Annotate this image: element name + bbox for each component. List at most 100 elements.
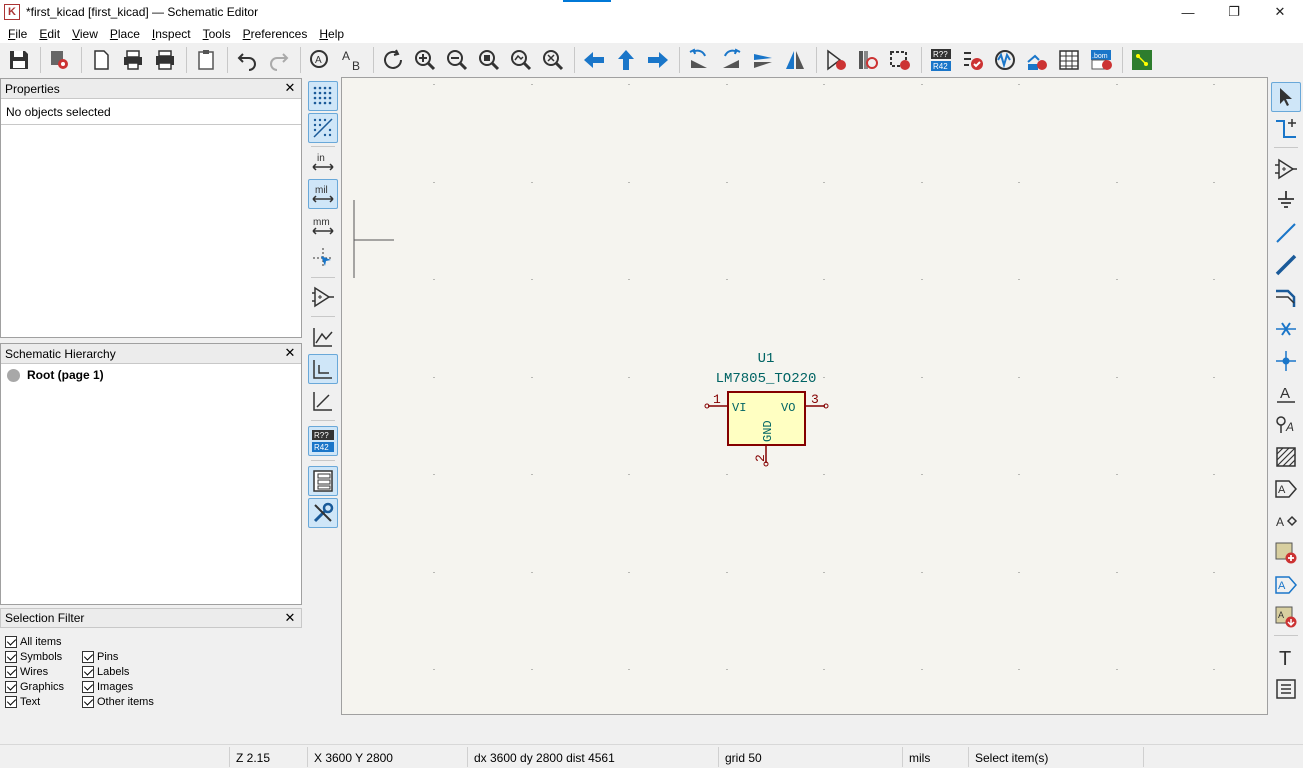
component-value[interactable]: LM7805_TO220	[716, 371, 817, 387]
open-pcb-editor-button[interactable]	[1127, 45, 1157, 75]
print-button[interactable]	[118, 45, 148, 75]
restore-button[interactable]: ❐	[1211, 0, 1257, 24]
redo-button[interactable]	[264, 45, 294, 75]
symbol-fields-table-button[interactable]	[1054, 45, 1084, 75]
toggle-hierarchy-panel-button[interactable]	[308, 466, 338, 496]
hierarchy-root-item[interactable]: Root (page 1)	[1, 364, 301, 386]
rotate-ccw-button[interactable]	[684, 45, 714, 75]
zoom-out-button[interactable]	[442, 45, 472, 75]
filter-graphics[interactable]: Graphics	[5, 681, 64, 693]
add-sheet-button[interactable]	[1271, 538, 1301, 568]
menu-view[interactable]: View	[66, 27, 104, 41]
add-hierarchical-label-button[interactable]: A	[1271, 506, 1301, 536]
toggle-grid-button[interactable]	[308, 81, 338, 111]
grid-overrides-button[interactable]	[308, 113, 338, 143]
erc-button[interactable]	[958, 45, 988, 75]
minimize-button[interactable]: —	[1165, 0, 1211, 24]
find-button[interactable]: A	[305, 45, 335, 75]
close-hierarchy-button[interactable]: ✕	[283, 346, 297, 360]
checkbox[interactable]	[82, 666, 94, 678]
simulator-button[interactable]	[990, 45, 1020, 75]
filter-symbols[interactable]: Symbols	[5, 651, 62, 663]
assign-footprints-button[interactable]	[1022, 45, 1052, 75]
line-mode-free-button[interactable]	[308, 322, 338, 352]
footprint-library-button[interactable]	[885, 45, 915, 75]
add-rule-area-button[interactable]	[1271, 442, 1301, 472]
menu-tools[interactable]: Tools	[197, 27, 237, 41]
plot-button[interactable]	[150, 45, 180, 75]
find-replace-button[interactable]: AB	[337, 45, 367, 75]
annotate-automatically-button[interactable]: R?? R42	[308, 426, 338, 456]
add-sheet-pin-button[interactable]: A	[1271, 570, 1301, 600]
filter-other-items[interactable]: Other items	[82, 696, 154, 708]
filter-pins[interactable]: Pins	[82, 651, 118, 663]
add-global-label-button[interactable]: A	[1271, 474, 1301, 504]
schematic-setup-button[interactable]	[45, 45, 75, 75]
add-bus-entry-button[interactable]	[1271, 282, 1301, 312]
menu-inspect[interactable]: Inspect	[146, 27, 197, 41]
mirror-vertical-button[interactable]	[748, 45, 778, 75]
highlight-net-button[interactable]	[1271, 114, 1301, 144]
menu-file[interactable]: File	[2, 27, 33, 41]
rotate-cw-button[interactable]	[716, 45, 746, 75]
add-net-class-directive-button[interactable]: A	[1271, 410, 1301, 440]
annotate-button[interactable]: R?? R42	[926, 45, 956, 75]
save-button[interactable]	[4, 45, 34, 75]
undo-button[interactable]	[232, 45, 262, 75]
zoom-objects-button[interactable]	[506, 45, 536, 75]
close-window-button[interactable]: ✕	[1257, 0, 1303, 24]
checkbox[interactable]	[5, 636, 17, 648]
add-bus-button[interactable]	[1271, 250, 1301, 280]
add-symbol-button[interactable]	[1271, 154, 1301, 184]
page-settings-button[interactable]	[86, 45, 116, 75]
zoom-fit-button[interactable]	[474, 45, 504, 75]
close-selection-filter-button[interactable]: ✕	[283, 611, 297, 625]
show-hidden-pins-button[interactable]	[308, 282, 338, 312]
component-lm7805[interactable]: U1 LM7805_TO220 1 3 2 VI VO GND	[704, 351, 829, 467]
add-label-button[interactable]: A	[1271, 378, 1301, 408]
checkbox[interactable]	[82, 651, 94, 663]
navigate-up-button[interactable]	[611, 45, 641, 75]
generate-bom-button[interactable]: .bom	[1086, 45, 1116, 75]
checkbox[interactable]	[82, 696, 94, 708]
zoom-selection-button[interactable]	[538, 45, 568, 75]
line-mode-45-button[interactable]	[308, 386, 338, 416]
schematic-canvas[interactable]: U1 LM7805_TO220 1 3 2 VI VO GND	[341, 77, 1268, 715]
units-mils-button[interactable]: mil	[308, 179, 338, 209]
add-power-button[interactable]	[1271, 186, 1301, 216]
menu-help[interactable]: Help	[313, 27, 350, 41]
line-mode-90-button[interactable]	[308, 354, 338, 384]
component-reference[interactable]: U1	[758, 351, 775, 367]
zoom-in-button[interactable]	[410, 45, 440, 75]
checkbox[interactable]	[5, 696, 17, 708]
filter-labels[interactable]: Labels	[82, 666, 129, 678]
symbol-library-button[interactable]	[853, 45, 883, 75]
toggle-properties-panel-button[interactable]	[308, 498, 338, 528]
select-tool-button[interactable]	[1271, 82, 1301, 112]
close-properties-button[interactable]: ✕	[283, 81, 297, 95]
filter-text[interactable]: Text	[5, 696, 40, 708]
add-wire-button[interactable]	[1271, 218, 1301, 248]
filter-images[interactable]: Images	[82, 681, 133, 693]
symbol-editor-button[interactable]	[821, 45, 851, 75]
mirror-horizontal-button[interactable]	[780, 45, 810, 75]
checkbox[interactable]	[5, 666, 17, 678]
add-no-connect-button[interactable]	[1271, 314, 1301, 344]
refresh-button[interactable]	[378, 45, 408, 75]
checkbox[interactable]	[5, 681, 17, 693]
filter-all-items[interactable]: All items	[5, 636, 62, 648]
menu-preferences[interactable]: Preferences	[237, 27, 314, 41]
full-crosshair-button[interactable]	[308, 243, 338, 273]
paste-button[interactable]	[191, 45, 221, 75]
import-sheet-pin-button[interactable]: A	[1271, 602, 1301, 632]
menu-place[interactable]: Place	[104, 27, 146, 41]
add-text-box-button[interactable]	[1271, 674, 1301, 704]
add-junction-button[interactable]	[1271, 346, 1301, 376]
checkbox[interactable]	[82, 681, 94, 693]
menu-edit[interactable]: Edit	[33, 27, 66, 41]
units-inches-button[interactable]: in	[308, 147, 338, 177]
checkbox[interactable]	[5, 651, 17, 663]
navigate-forward-button[interactable]	[643, 45, 673, 75]
navigate-back-button[interactable]	[579, 45, 609, 75]
filter-wires[interactable]: Wires	[5, 666, 48, 678]
